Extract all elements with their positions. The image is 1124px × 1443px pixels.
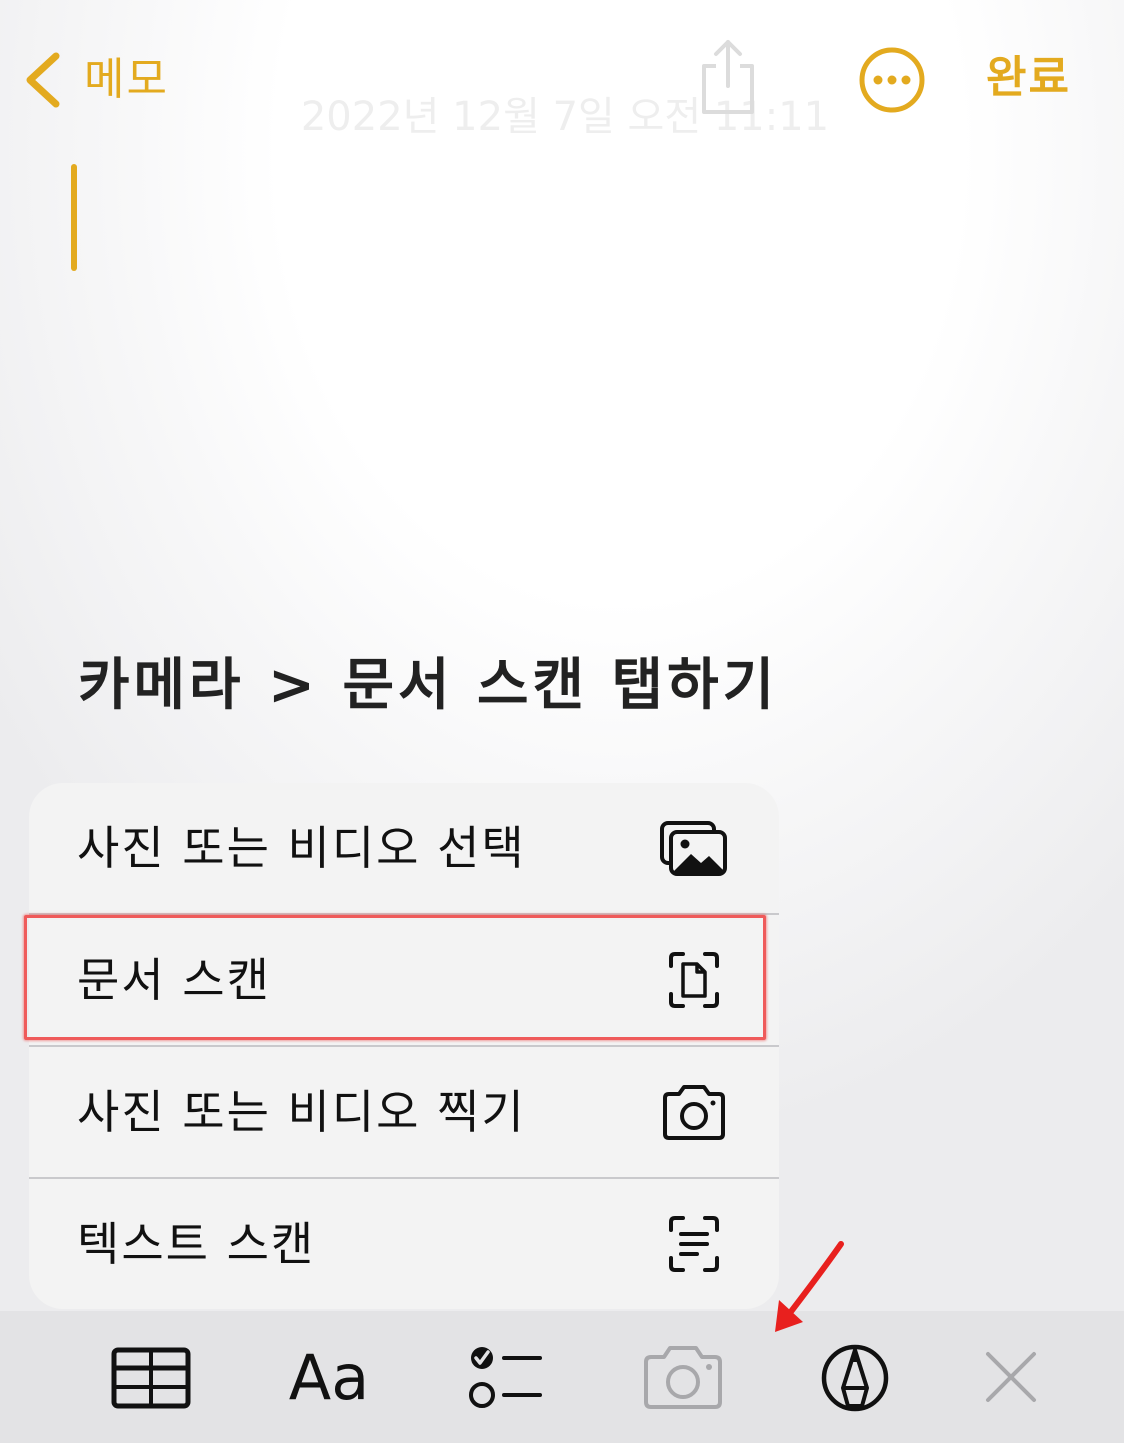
photo-library-icon (660, 821, 727, 876)
highlight-box (24, 915, 766, 1040)
annotation-arrow-icon (775, 1241, 844, 1332)
back-label: 메모 (84, 54, 169, 105)
menu-item-label: 사진 또는 비디오 선택 (77, 821, 526, 875)
checklist-icon (469, 1347, 542, 1408)
table-icon (111, 1347, 191, 1409)
menu-item-label: 텍스트 스캔 (77, 1217, 316, 1271)
done-button[interactable]: 완료 (986, 48, 1071, 108)
menu-item-scan-text[interactable]: 텍스트 스캔 (29, 1179, 779, 1309)
close-button[interactable] (966, 1336, 1056, 1420)
attachment-menu: 사진 또는 비디오 선택 문서 스캔 사진 또는 비디오 찍기 텍스트 스캔 (29, 783, 779, 1309)
back-button[interactable]: 메모 (20, 40, 200, 120)
text-cursor (71, 164, 77, 271)
markup-pen-icon (821, 1344, 889, 1412)
share-button[interactable] (690, 36, 766, 116)
camera-icon (644, 1346, 722, 1409)
format-icon: Aa (288, 1341, 370, 1414)
camera-icon (663, 1085, 725, 1140)
camera-button[interactable] (638, 1336, 728, 1420)
more-icon (859, 47, 925, 113)
markup-button[interactable] (810, 1336, 900, 1420)
table-button[interactable] (106, 1336, 196, 1420)
menu-item-label: 사진 또는 비디오 찍기 (77, 1085, 526, 1139)
checklist-button[interactable] (460, 1336, 550, 1420)
chevron-left-icon (26, 52, 60, 108)
share-icon (702, 40, 754, 114)
more-button[interactable] (856, 44, 928, 116)
menu-item-choose-photo-video[interactable]: 사진 또는 비디오 선택 (29, 783, 779, 913)
close-icon (986, 1352, 1036, 1402)
text-scan-icon (669, 1216, 719, 1272)
format-button[interactable]: Aa (284, 1336, 374, 1420)
instruction-text: 카메라 > 문서 스캔 탭하기 (78, 653, 779, 718)
menu-item-take-photo-video[interactable]: 사진 또는 비디오 찍기 (29, 1047, 779, 1177)
